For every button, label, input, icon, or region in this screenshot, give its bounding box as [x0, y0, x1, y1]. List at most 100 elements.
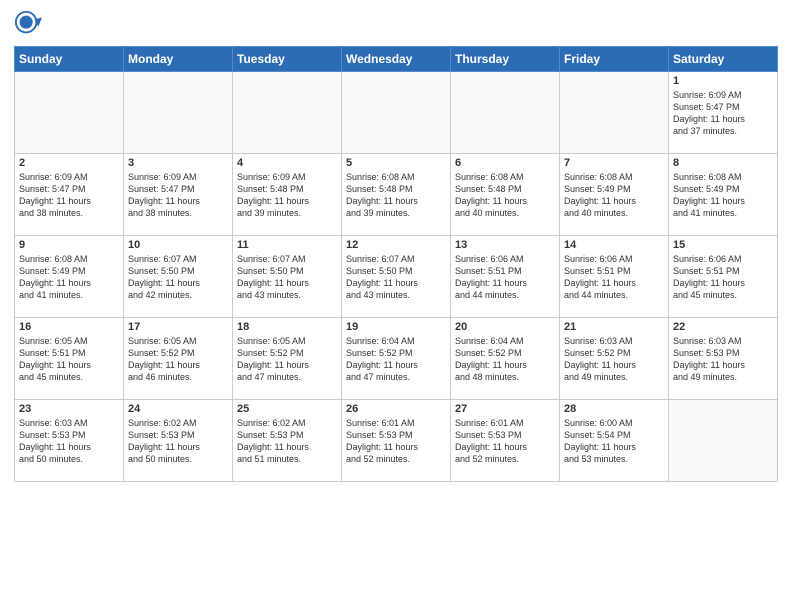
- day-info: Sunrise: 6:08 AM Sunset: 5:49 PM Dayligh…: [564, 171, 664, 220]
- day-number: 2: [19, 157, 119, 169]
- day-number: 23: [19, 403, 119, 415]
- day-number: 12: [346, 239, 446, 251]
- day-cell: 13Sunrise: 6:06 AM Sunset: 5:51 PM Dayli…: [451, 236, 560, 318]
- weekday-header-monday: Monday: [124, 47, 233, 72]
- day-number: 16: [19, 321, 119, 333]
- weekday-header-saturday: Saturday: [669, 47, 778, 72]
- day-info: Sunrise: 6:06 AM Sunset: 5:51 PM Dayligh…: [673, 253, 773, 302]
- day-number: 20: [455, 321, 555, 333]
- day-cell: 17 Sunrise: 6:05 AM Sunset: 5:52 PM Dayli…: [124, 318, 233, 400]
- day-cell: 22 Sunrise: 6:03 AM Sunset: 5:53 PM Dayli…: [669, 318, 778, 400]
- day-info: Sunrise: 6:03 AM Sunset: 5:53 PM Dayligh…: [19, 417, 119, 466]
- day-number: 5: [346, 157, 446, 169]
- day-cell: 6 Sunrise: 6:08 AM Sunset: 5:48 PM Daylig…: [451, 154, 560, 236]
- day-cell: 27 Sunrise: 6:01 AM Sunset: 5:53 PM Dayli…: [451, 400, 560, 482]
- day-cell: [451, 72, 560, 154]
- day-cell: 16 Sunrise: 6:05 AM Sunset: 5:51 PM Dayli…: [15, 318, 124, 400]
- day-info: Sunrise: 6:01 AM Sunset: 5:53 PM Dayligh…: [346, 417, 446, 466]
- day-cell: 24 Sunrise: 6:02 AM Sunset: 5:53 PM Dayli…: [124, 400, 233, 482]
- calendar-table: SundayMondayTuesdayWednesdayThursdayFrid…: [14, 46, 778, 482]
- day-cell: 11 Sunrise: 6:07 AM Sunset: 5:50 PM Dayli…: [233, 236, 342, 318]
- day-cell: 20 Sunrise: 6:04 AM Sunset: 5:52 PM Dayli…: [451, 318, 560, 400]
- day-info: Sunrise: 6:09 AM Sunset: 5:47 PM Dayligh…: [673, 89, 773, 138]
- day-number: 11: [237, 239, 337, 251]
- day-cell: 4Sunrise: 6:09 AM Sunset: 5:48 PM Daylig…: [233, 154, 342, 236]
- day-info: Sunrise: 6:07 AM Sunset: 5:50 PM Dayligh…: [346, 253, 446, 302]
- day-cell: [669, 400, 778, 482]
- day-info: Sunrise: 6:02 AM Sunset: 5:53 PM Dayligh…: [128, 417, 228, 466]
- week-row-1: 1 Sunrise: 6:09 AM Sunset: 5:47 PM Daylig…: [15, 72, 778, 154]
- weekday-header-tuesday: Tuesday: [233, 47, 342, 72]
- day-number: 27: [455, 403, 555, 415]
- weekday-header-friday: Friday: [560, 47, 669, 72]
- day-cell: 23 Sunrise: 6:03 AM Sunset: 5:53 PM Dayli…: [15, 400, 124, 482]
- day-info: Sunrise: 6:05 AM Sunset: 5:51 PM Dayligh…: [19, 335, 119, 384]
- day-info: Sunrise: 6:07 AM Sunset: 5:50 PM Dayligh…: [128, 253, 228, 302]
- day-info: Sunrise: 6:05 AM Sunset: 5:52 PM Dayligh…: [128, 335, 228, 384]
- day-info: Sunrise: 6:03 AM Sunset: 5:52 PM Dayligh…: [564, 335, 664, 384]
- day-number: 21: [564, 321, 664, 333]
- weekday-header-wednesday: Wednesday: [342, 47, 451, 72]
- day-info: Sunrise: 6:08 AM Sunset: 5:49 PM Dayligh…: [673, 171, 773, 220]
- day-cell: 5 Sunrise: 6:08 AM Sunset: 5:48 PM Daylig…: [342, 154, 451, 236]
- day-cell: 14Sunrise: 6:06 AM Sunset: 5:51 PM Dayli…: [560, 236, 669, 318]
- day-cell: 3 Sunrise: 6:09 AM Sunset: 5:47 PM Daylig…: [124, 154, 233, 236]
- day-info: Sunrise: 6:09 AM Sunset: 5:47 PM Dayligh…: [128, 171, 228, 220]
- day-cell: 2 Sunrise: 6:09 AM Sunset: 5:47 PM Daylig…: [15, 154, 124, 236]
- day-number: 17: [128, 321, 228, 333]
- day-cell: [233, 72, 342, 154]
- week-row-3: 9Sunrise: 6:08 AM Sunset: 5:49 PM Daylig…: [15, 236, 778, 318]
- day-number: 9: [19, 239, 119, 251]
- day-cell: 25 Sunrise: 6:02 AM Sunset: 5:53 PM Dayli…: [233, 400, 342, 482]
- day-info: Sunrise: 6:09 AM Sunset: 5:48 PM Dayligh…: [237, 171, 337, 220]
- day-cell: 19 Sunrise: 6:04 AM Sunset: 5:52 PM Dayli…: [342, 318, 451, 400]
- weekday-header-row: SundayMondayTuesdayWednesdayThursdayFrid…: [15, 47, 778, 72]
- day-number: 7: [564, 157, 664, 169]
- day-number: 19: [346, 321, 446, 333]
- day-number: 8: [673, 157, 773, 169]
- weekday-header-thursday: Thursday: [451, 47, 560, 72]
- day-info: Sunrise: 6:03 AM Sunset: 5:53 PM Dayligh…: [673, 335, 773, 384]
- day-cell: 18 Sunrise: 6:05 AM Sunset: 5:52 PM Dayli…: [233, 318, 342, 400]
- day-number: 25: [237, 403, 337, 415]
- header: [14, 10, 778, 38]
- day-info: Sunrise: 6:04 AM Sunset: 5:52 PM Dayligh…: [455, 335, 555, 384]
- day-info: Sunrise: 6:05 AM Sunset: 5:52 PM Dayligh…: [237, 335, 337, 384]
- day-cell: 7 Sunrise: 6:08 AM Sunset: 5:49 PM Daylig…: [560, 154, 669, 236]
- day-cell: 21 Sunrise: 6:03 AM Sunset: 5:52 PM Dayli…: [560, 318, 669, 400]
- day-cell: 28Sunrise: 6:00 AM Sunset: 5:54 PM Dayli…: [560, 400, 669, 482]
- day-number: 15: [673, 239, 773, 251]
- day-info: Sunrise: 6:07 AM Sunset: 5:50 PM Dayligh…: [237, 253, 337, 302]
- day-cell: 1 Sunrise: 6:09 AM Sunset: 5:47 PM Daylig…: [669, 72, 778, 154]
- day-info: Sunrise: 6:04 AM Sunset: 5:52 PM Dayligh…: [346, 335, 446, 384]
- day-info: Sunrise: 6:06 AM Sunset: 5:51 PM Dayligh…: [564, 253, 664, 302]
- day-cell: [124, 72, 233, 154]
- day-info: Sunrise: 6:09 AM Sunset: 5:47 PM Dayligh…: [19, 171, 119, 220]
- day-number: 10: [128, 239, 228, 251]
- day-info: Sunrise: 6:08 AM Sunset: 5:48 PM Dayligh…: [455, 171, 555, 220]
- day-number: 6: [455, 157, 555, 169]
- day-cell: [15, 72, 124, 154]
- day-number: 22: [673, 321, 773, 333]
- logo-icon: [14, 10, 42, 38]
- day-cell: 9Sunrise: 6:08 AM Sunset: 5:49 PM Daylig…: [15, 236, 124, 318]
- day-number: 1: [673, 75, 773, 87]
- day-cell: 10 Sunrise: 6:07 AM Sunset: 5:50 PM Dayli…: [124, 236, 233, 318]
- day-info: Sunrise: 6:06 AM Sunset: 5:51 PM Dayligh…: [455, 253, 555, 302]
- day-cell: [342, 72, 451, 154]
- day-number: 18: [237, 321, 337, 333]
- day-cell: 15 Sunrise: 6:06 AM Sunset: 5:51 PM Dayli…: [669, 236, 778, 318]
- week-row-5: 23 Sunrise: 6:03 AM Sunset: 5:53 PM Dayli…: [15, 400, 778, 482]
- day-info: Sunrise: 6:08 AM Sunset: 5:48 PM Dayligh…: [346, 171, 446, 220]
- day-number: 26: [346, 403, 446, 415]
- week-row-4: 16 Sunrise: 6:05 AM Sunset: 5:51 PM Dayli…: [15, 318, 778, 400]
- day-number: 24: [128, 403, 228, 415]
- day-info: Sunrise: 6:02 AM Sunset: 5:53 PM Dayligh…: [237, 417, 337, 466]
- day-info: Sunrise: 6:01 AM Sunset: 5:53 PM Dayligh…: [455, 417, 555, 466]
- week-row-2: 2 Sunrise: 6:09 AM Sunset: 5:47 PM Daylig…: [15, 154, 778, 236]
- day-number: 3: [128, 157, 228, 169]
- day-cell: 8 Sunrise: 6:08 AM Sunset: 5:49 PM Daylig…: [669, 154, 778, 236]
- day-cell: 26 Sunrise: 6:01 AM Sunset: 5:53 PM Dayli…: [342, 400, 451, 482]
- day-cell: [560, 72, 669, 154]
- logo: [14, 10, 46, 38]
